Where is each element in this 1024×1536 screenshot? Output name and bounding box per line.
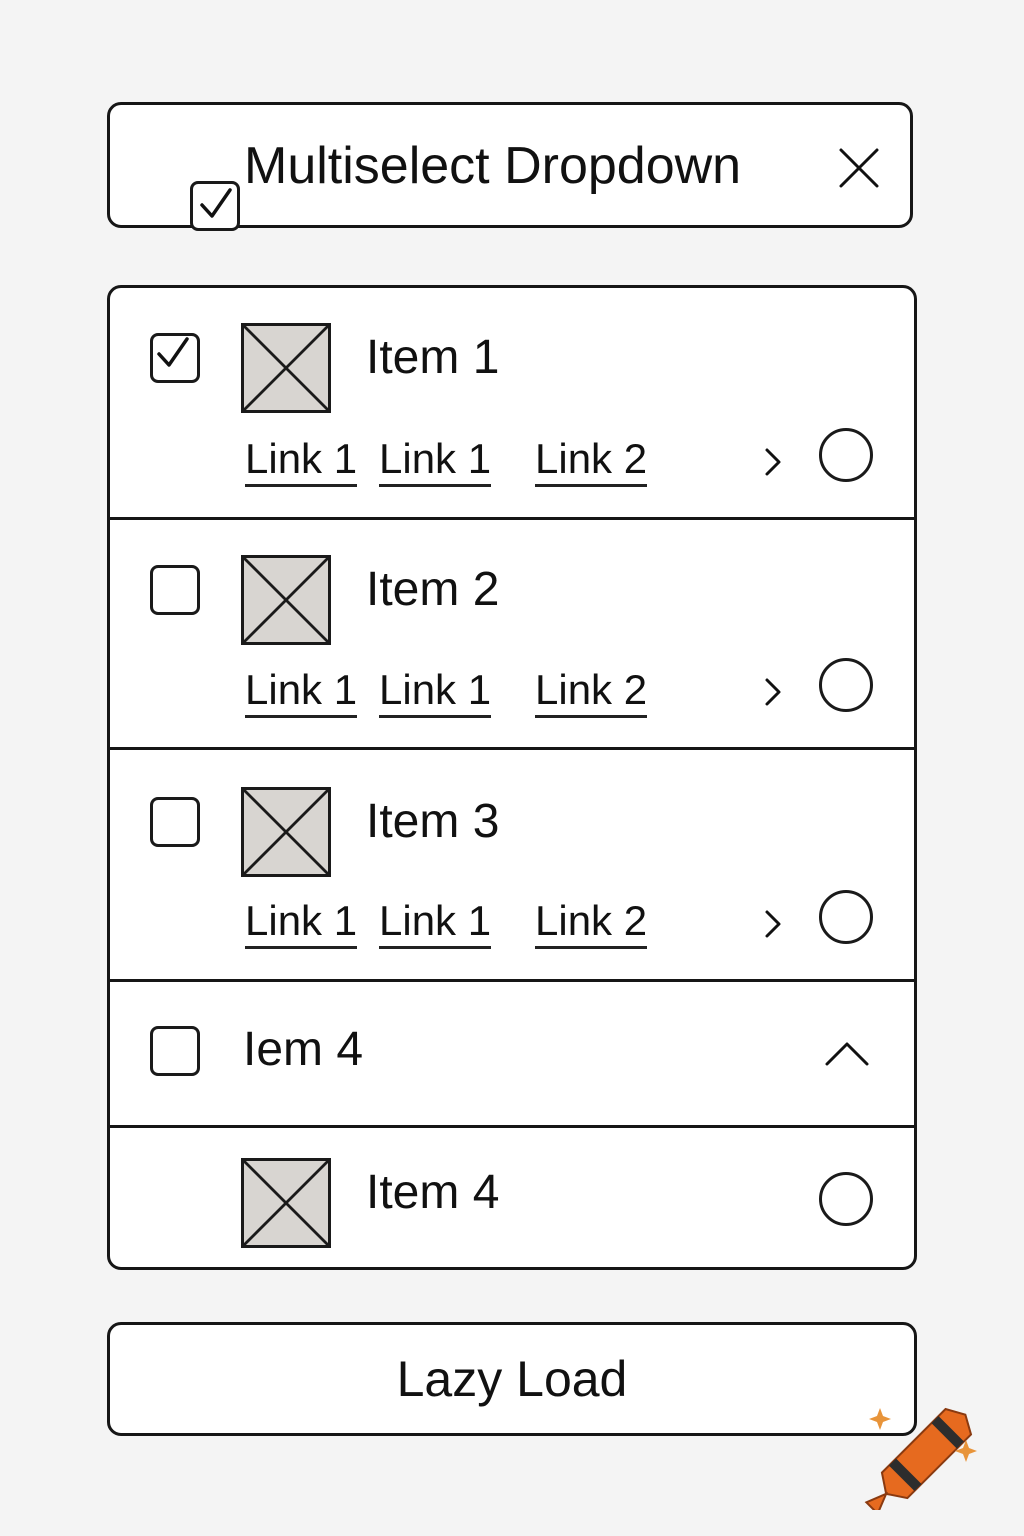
crayon-logo-icon <box>864 1407 977 1510</box>
item-title: Item 2 <box>366 563 500 616</box>
item-link[interactable]: Link 2 <box>535 896 648 949</box>
checkbox-box[interactable] <box>190 181 240 231</box>
image-placeholder-icon <box>241 1158 331 1248</box>
item-title: Item 1 <box>366 331 500 384</box>
close-icon[interactable] <box>834 143 884 193</box>
checkbox-box[interactable] <box>150 797 200 847</box>
list-item[interactable]: Item 3 Link 1 Link 1 Link 2 <box>110 750 914 982</box>
item-link[interactable]: Link 1 <box>245 434 358 487</box>
check-icon <box>157 337 189 367</box>
item-checkbox[interactable] <box>150 565 200 615</box>
chevron-up-icon[interactable] <box>823 1038 871 1068</box>
item-link[interactable]: Link 1 <box>245 665 358 718</box>
item-link[interactable]: Link 1 <box>379 434 492 487</box>
chevron-right-icon[interactable] <box>763 908 783 940</box>
group-checkbox[interactable] <box>150 1026 200 1076</box>
chevron-right-icon[interactable] <box>763 676 783 708</box>
radio-button[interactable] <box>819 658 873 712</box>
item-link[interactable]: Link 2 <box>535 665 648 718</box>
checkbox-box[interactable] <box>150 1026 200 1076</box>
options-list: Item 1 Link 1 Link 1 Link 2 Item 2 Link … <box>107 285 917 1270</box>
list-item[interactable]: Item 2 Link 1 Link 1 Link 2 <box>110 520 914 750</box>
chevron-right-icon[interactable] <box>763 446 783 478</box>
item-link[interactable]: Link 1 <box>245 896 358 949</box>
dropdown-title: Multiselect Dropdown <box>244 137 742 195</box>
image-placeholder-icon <box>241 787 331 877</box>
image-placeholder-icon <box>241 323 331 413</box>
image-placeholder-icon <box>241 555 331 645</box>
group-header[interactable]: Iem 4 <box>110 982 914 1128</box>
checkbox-box[interactable] <box>150 333 200 383</box>
radio-button[interactable] <box>819 428 873 482</box>
item-title: Item 4 <box>366 1166 500 1219</box>
item-checkbox[interactable] <box>150 797 200 847</box>
item-link[interactable]: Link 1 <box>379 665 492 718</box>
checkbox-box[interactable] <box>150 565 200 615</box>
list-item[interactable]: Item 4 <box>110 1128 914 1267</box>
multiselect-header[interactable]: Multiselect Dropdown <box>107 102 913 231</box>
item-link[interactable]: Link 2 <box>535 434 648 487</box>
lazy-load-button[interactable]: Lazy Load <box>107 1322 917 1436</box>
item-link[interactable]: Link 1 <box>379 896 492 949</box>
check-icon <box>200 188 232 218</box>
item-title: Item 3 <box>366 795 500 848</box>
list-item[interactable]: Item 1 Link 1 Link 1 Link 2 <box>110 288 914 520</box>
group-title: Iem 4 <box>243 1023 364 1076</box>
radio-button[interactable] <box>819 890 873 944</box>
radio-button[interactable] <box>819 1172 873 1226</box>
item-checkbox[interactable] <box>150 333 200 383</box>
